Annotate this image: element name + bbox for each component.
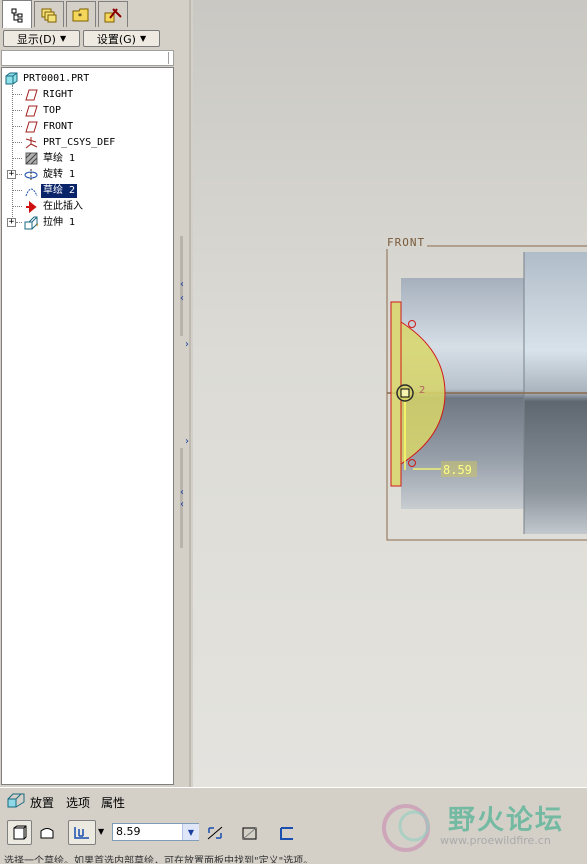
tree-item-insert-here[interactable]: 在此插入	[24, 199, 85, 214]
tree-item-part[interactable]: PRT0001.PRT	[4, 71, 91, 86]
watermark-url: www.proewildfire.cn	[440, 834, 551, 847]
surface-button[interactable]	[34, 820, 59, 845]
sketch-icon	[24, 184, 38, 198]
chevron-right-icon[interactable]: ›	[185, 340, 189, 350]
layers-icon	[41, 8, 57, 22]
tree-item-label: 在此插入	[43, 200, 83, 212]
model-tree-icon	[11, 8, 23, 22]
tab-layers[interactable]	[34, 1, 64, 27]
graphics-window[interactable]: FRONT 2 8.59	[193, 0, 587, 787]
extrude-dashboard-icon	[6, 793, 26, 812]
tab-properties[interactable]: 属性	[101, 794, 125, 811]
tab-favorites[interactable]	[98, 1, 128, 27]
chevron-left-icon[interactable]: ‹	[180, 488, 184, 498]
part-icon	[4, 72, 18, 86]
solid-icon	[13, 825, 26, 839]
blind-depth-icon	[74, 826, 89, 839]
tree-item-label: TOP	[43, 104, 62, 116]
remove-material-icon	[242, 827, 256, 839]
depth-option-dropdown-icon[interactable]: ▼	[98, 827, 104, 836]
settings-menu-label: 设置(G)	[96, 32, 136, 46]
depth-value-dropdown[interactable]: ▼	[182, 824, 199, 840]
tree-item-top[interactable]: TOP	[24, 103, 63, 118]
sketch-icon	[24, 152, 38, 166]
tree-item-sketch-1[interactable]: 草绘 1	[24, 151, 77, 166]
dimension-value[interactable]: 8.59	[443, 463, 472, 477]
panel-splitter[interactable]: ‹ ‹ › › ‹ ‹	[177, 0, 193, 787]
favorites-tools-icon	[104, 7, 122, 22]
tree-item-label: 拉伸 1	[43, 216, 76, 228]
thicken-icon	[279, 826, 293, 840]
navigator-panel: * 显示(D) ▼ 设置(G) ▼ PRT0001.PRT RIGHT TOP …	[0, 0, 177, 787]
insert-here-arrow-icon	[24, 200, 38, 214]
direction-label: 2	[419, 385, 425, 396]
revolve-icon	[24, 168, 38, 182]
tree-item-label: FRONT	[43, 120, 74, 132]
tab-folder-browser[interactable]: *	[66, 1, 96, 27]
tree-item-sketch-2[interactable]: 草绘 2	[24, 183, 78, 198]
datum-plane-icon	[24, 120, 38, 134]
thicken-button[interactable]	[274, 820, 299, 845]
tab-options[interactable]: 选项	[66, 794, 90, 811]
extrude-icon: *	[24, 216, 38, 230]
tree-item-extrude-1[interactable]: * 拉伸 1	[24, 215, 77, 230]
show-menu-button[interactable]: 显示(D) ▼	[3, 30, 80, 47]
watermark: 野火论坛 www.proewildfire.cn	[376, 796, 587, 856]
expand-extrude-toggle[interactable]: +	[7, 218, 16, 227]
tree-item-label: 旋转 1	[43, 168, 76, 180]
splitter-grip	[180, 0, 191, 787]
flip-direction-icon	[207, 826, 222, 839]
tab-placement[interactable]: 放置	[30, 794, 54, 811]
chevron-left-icon[interactable]: ‹	[180, 280, 184, 290]
message-area: 选择一个草绘。如果首选内部草绘，可在放置面板中找到"定义"选项。	[4, 856, 314, 863]
tree-item-revolve-1[interactable]: 旋转 1	[24, 167, 77, 182]
flip-direction-button[interactable]	[202, 820, 227, 845]
csys-icon	[24, 136, 38, 150]
expand-revolve-toggle[interactable]: +	[7, 170, 16, 179]
svg-text:*: *	[36, 222, 38, 230]
tree-item-label: PRT0001.PRT	[23, 72, 90, 84]
tree-item-label: 草绘 2	[41, 183, 78, 198]
tree-item-label: RIGHT	[43, 88, 74, 100]
chevron-down-icon: ▼	[59, 34, 67, 43]
tree-item-label: 草绘 1	[43, 152, 76, 164]
datum-plane-icon	[24, 88, 38, 102]
watermark-logo	[382, 804, 430, 852]
tree-item-right[interactable]: RIGHT	[24, 87, 75, 102]
remove-material-button[interactable]	[237, 820, 262, 845]
model-view: FRONT 2 8.59	[386, 236, 587, 541]
tree-item-label: PRT_CSYS_DEF	[43, 136, 116, 148]
depth-option-button[interactable]	[68, 820, 96, 845]
tab-model-tree[interactable]	[2, 0, 32, 28]
depth-value-text: 8.59	[116, 825, 141, 838]
solid-button[interactable]	[7, 820, 32, 845]
model-tree: PRT0001.PRT RIGHT TOP FRONT PRT_CSYS_DEF…	[1, 67, 174, 785]
chevron-left-icon[interactable]: ‹	[180, 294, 184, 304]
navigator-tabs: *	[0, 0, 177, 28]
chevron-left-icon[interactable]: ‹	[180, 500, 184, 510]
datum-plane-icon	[24, 104, 38, 118]
tree-item-front[interactable]: FRONT	[24, 119, 75, 134]
chevron-right-icon[interactable]: ›	[185, 437, 189, 447]
surface-icon	[40, 827, 53, 838]
settings-menu-button[interactable]: 设置(G) ▼	[83, 30, 160, 47]
show-menu-label: 显示(D)	[16, 32, 56, 46]
datum-label-front: FRONT	[387, 236, 425, 249]
folder-icon: *	[72, 8, 89, 21]
tree-item-csys[interactable]: PRT_CSYS_DEF	[24, 135, 117, 150]
svg-text:*: *	[78, 12, 82, 21]
tree-column-header	[1, 50, 174, 66]
chevron-down-icon: ▼	[139, 34, 147, 43]
watermark-title: 野火论坛	[448, 805, 564, 836]
